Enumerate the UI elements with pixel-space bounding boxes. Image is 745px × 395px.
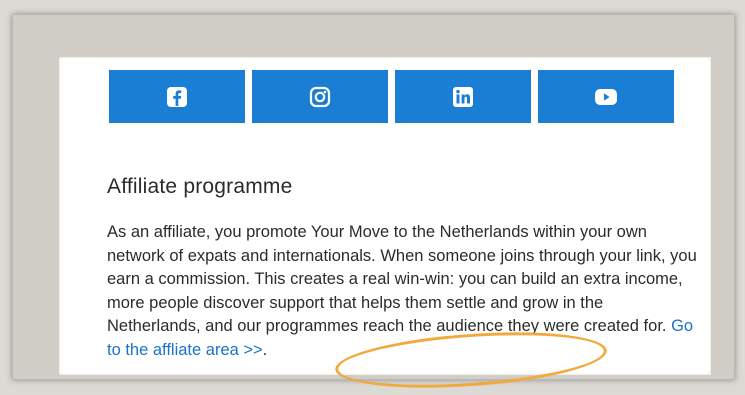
screenshot-frame: Affiliate programme As an affiliate, you… <box>12 14 735 395</box>
content-panel: Affiliate programme As an affiliate, you… <box>59 57 711 375</box>
youtube-icon <box>594 88 618 106</box>
link-trailing-period: . <box>262 340 268 359</box>
linkedin-button[interactable] <box>395 70 531 123</box>
instagram-button[interactable] <box>252 70 388 123</box>
affiliate-heading: Affiliate programme <box>107 175 293 198</box>
instagram-icon <box>309 86 331 108</box>
facebook-icon <box>166 86 188 108</box>
facebook-button[interactable] <box>109 70 245 123</box>
youtube-button[interactable] <box>538 70 674 123</box>
affiliate-body-text: As an affiliate, you promote Your Move t… <box>107 223 697 335</box>
affiliate-description: As an affiliate, you promote Your Move t… <box>107 221 697 362</box>
linkedin-icon <box>452 86 474 108</box>
